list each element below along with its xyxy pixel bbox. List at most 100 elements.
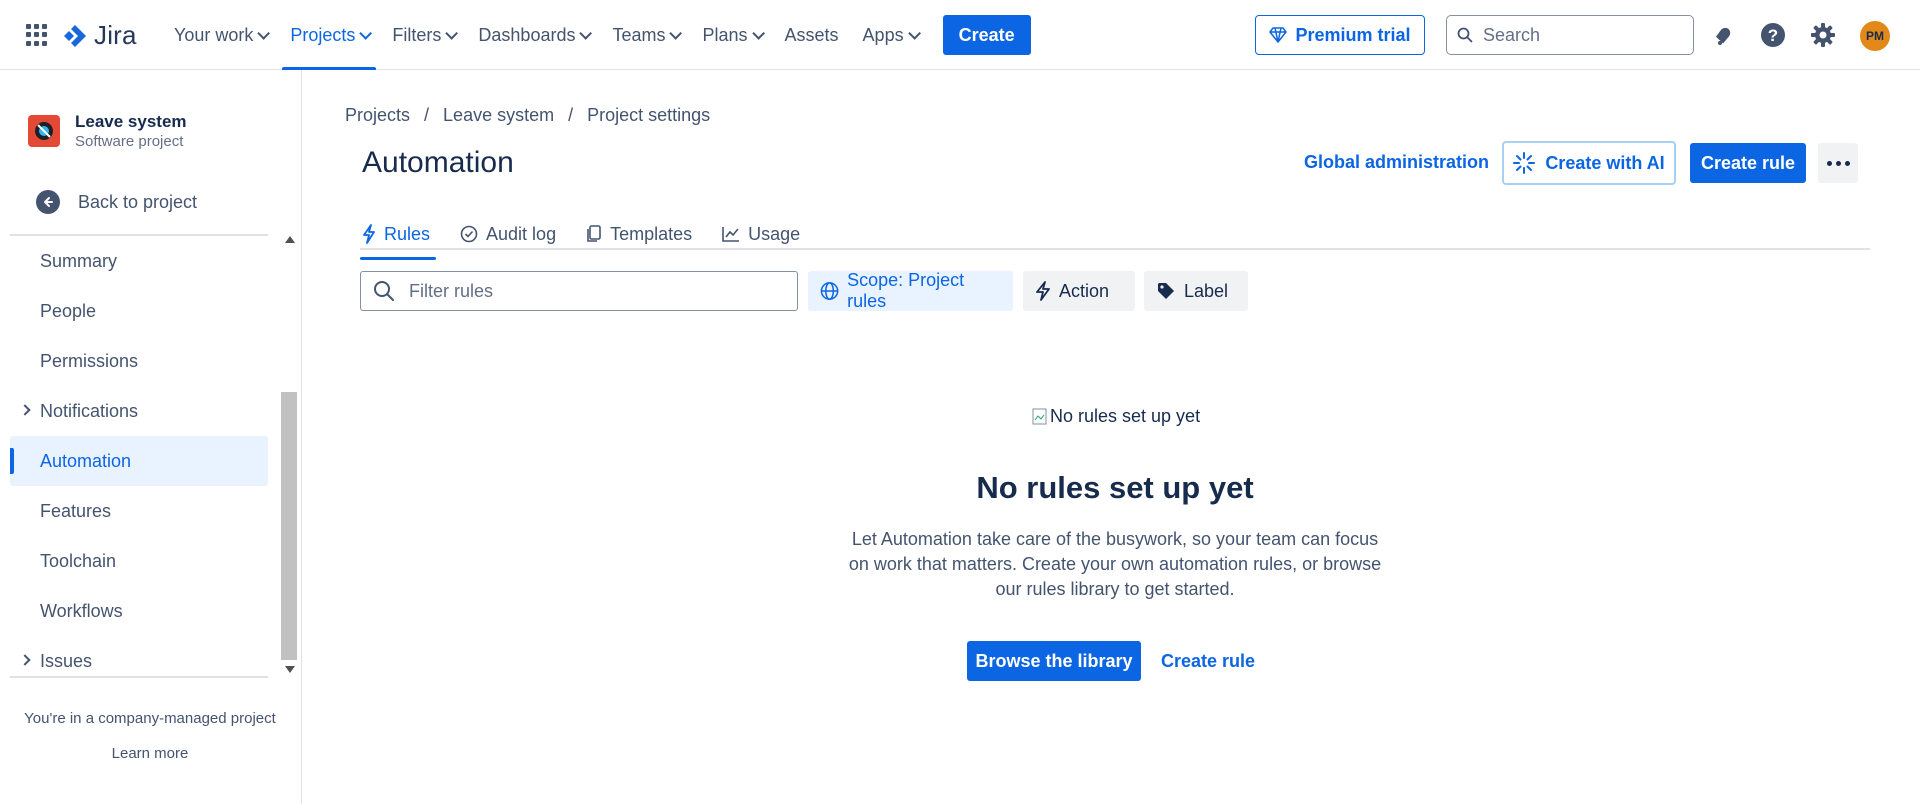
premium-trial-button[interactable]: Premium trial xyxy=(1255,15,1425,55)
chevron-down-icon xyxy=(669,26,683,40)
scroll-down-arrow-icon[interactable] xyxy=(285,666,295,673)
scrollbar-thumb[interactable] xyxy=(281,392,297,660)
tab-usage[interactable]: Usage xyxy=(720,218,802,250)
tab-label: Templates xyxy=(610,223,693,244)
check-circle-icon xyxy=(460,225,478,243)
browse-library-button[interactable]: Browse the library xyxy=(967,641,1141,681)
nav-dashboards[interactable]: Dashboards xyxy=(466,0,600,70)
project-header[interactable]: Leave system Software project xyxy=(28,112,187,150)
sidebar-item-people[interactable]: People xyxy=(10,286,268,336)
breadcrumb: Projects / Leave system / Project settin… xyxy=(345,105,710,126)
label-label: Label xyxy=(1184,280,1229,301)
chevron-down-icon xyxy=(751,26,765,40)
search-icon xyxy=(1457,27,1473,43)
label-filter-button[interactable]: Label xyxy=(1144,271,1248,311)
broken-image-icon xyxy=(1032,408,1047,424)
project-sidebar: Leave system Software project Back to pr… xyxy=(0,70,302,804)
project-type: Software project xyxy=(75,133,184,150)
automation-tabs: Rules Audit log Templates Usage xyxy=(360,218,802,260)
sidebar-item-summary[interactable]: Summary xyxy=(10,236,268,286)
jira-logo[interactable]: Jira xyxy=(62,20,137,51)
logo-text: Jira xyxy=(94,20,137,50)
sidebar-item-label: Toolchain xyxy=(40,550,117,571)
chevron-right-icon xyxy=(19,404,31,416)
create-rule-link[interactable]: Create rule xyxy=(1161,651,1255,672)
nav-label: Teams xyxy=(612,24,666,45)
settings-menu: Summary People Permissions Notifications… xyxy=(10,236,268,686)
chevron-down-icon xyxy=(359,26,373,40)
tabs-divider xyxy=(360,248,1870,250)
sidebar-item-permissions[interactable]: Permissions xyxy=(10,336,268,386)
empty-state-description: Let Automation take care of the busywork… xyxy=(848,529,1382,599)
diamond-icon xyxy=(1269,27,1288,43)
scope-filter-button[interactable]: Scope: Project rules xyxy=(808,270,1013,311)
tab-audit-log[interactable]: Audit log xyxy=(458,218,558,250)
create-with-ai-button[interactable]: Create with AI xyxy=(1502,141,1676,185)
nav-label: Apps xyxy=(862,24,904,45)
breadcrumb-settings[interactable]: Project settings xyxy=(587,105,710,126)
back-to-project-button[interactable]: Back to project xyxy=(36,190,197,214)
sidebar-item-notifications[interactable]: Notifications xyxy=(10,386,268,436)
settings-icon[interactable] xyxy=(1808,20,1838,50)
search-placeholder: Search xyxy=(1483,24,1541,45)
tab-label: Usage xyxy=(748,223,801,244)
nav-label: Filters xyxy=(392,24,442,45)
filter-rules-input[interactable]: Filter rules xyxy=(360,271,798,311)
search-icon xyxy=(374,281,394,301)
chevron-right-icon xyxy=(19,654,31,666)
sidebar-scrollbar[interactable] xyxy=(281,236,299,678)
bell-icon xyxy=(1715,27,1731,45)
nav-projects[interactable]: Projects xyxy=(278,0,380,70)
sidebar-item-label: Notifications xyxy=(40,400,139,421)
company-managed-note: You're in a company-managed project xyxy=(24,710,276,727)
gear-icon xyxy=(1811,23,1835,47)
avatar[interactable]: PM xyxy=(1860,21,1890,51)
learn-more-label[interactable]: Learn more xyxy=(112,745,189,762)
tab-label: Audit log xyxy=(486,223,557,244)
svg-text:?: ? xyxy=(1768,26,1778,45)
scroll-up-arrow-icon[interactable] xyxy=(285,236,295,243)
tab-templates[interactable]: Templates xyxy=(584,218,694,250)
ai-sparkle-icon xyxy=(1513,152,1536,174)
nav-label: Dashboards xyxy=(478,24,576,45)
globe-icon xyxy=(820,282,839,300)
sidebar-item-workflows[interactable]: Workflows xyxy=(10,586,268,636)
page-title: Automation xyxy=(362,146,514,179)
divider xyxy=(10,676,268,678)
sidebar-item-label: People xyxy=(40,300,97,321)
more-actions-button[interactable] xyxy=(1818,143,1858,183)
notifications-icon[interactable] xyxy=(1708,20,1738,50)
jira-mark-icon xyxy=(64,24,86,47)
action-filter-button[interactable]: Action xyxy=(1023,271,1135,311)
lightning-icon xyxy=(363,224,375,244)
nav-apps[interactable]: Apps xyxy=(851,0,929,70)
back-label: Back to project xyxy=(78,191,198,212)
breadcrumb-project[interactable]: Leave system xyxy=(443,105,554,126)
nav-filters[interactable]: Filters xyxy=(380,0,466,70)
breadcrumb-separator: / xyxy=(424,105,430,125)
nav-assets[interactable]: Assets xyxy=(773,0,851,70)
sidebar-item-toolchain[interactable]: Toolchain xyxy=(10,536,268,586)
breadcrumb-projects[interactable]: Projects xyxy=(345,105,410,126)
nav-your-work[interactable]: Your work xyxy=(162,0,278,70)
create-rule-button[interactable]: Create rule xyxy=(1690,143,1806,183)
nav-label: Projects xyxy=(290,24,356,45)
chevron-down-icon xyxy=(257,26,271,40)
search-input[interactable]: Search xyxy=(1446,15,1694,55)
arrow-left-icon xyxy=(36,190,60,214)
empty-state-title: No rules set up yet xyxy=(976,470,1254,505)
global-administration-link[interactable]: Global administration xyxy=(1304,152,1489,173)
app-switcher-icon[interactable] xyxy=(26,24,48,46)
create-button[interactable]: Create xyxy=(942,15,1031,55)
nav-plans[interactable]: Plans xyxy=(690,0,772,70)
tab-rules[interactable]: Rules xyxy=(360,218,437,260)
nav-teams[interactable]: Teams xyxy=(600,0,690,70)
breadcrumb-separator: / xyxy=(568,105,574,125)
learn-more-link: Learn more xyxy=(0,745,300,762)
help-icon[interactable]: ? xyxy=(1758,20,1788,50)
empty-image-alt: No rules set up yet xyxy=(1050,406,1201,426)
sidebar-item-label: Permissions xyxy=(40,350,139,371)
chevron-down-icon xyxy=(907,26,921,40)
sidebar-item-label: Workflows xyxy=(40,600,123,621)
sidebar-item-issues[interactable]: Issues xyxy=(10,636,268,686)
